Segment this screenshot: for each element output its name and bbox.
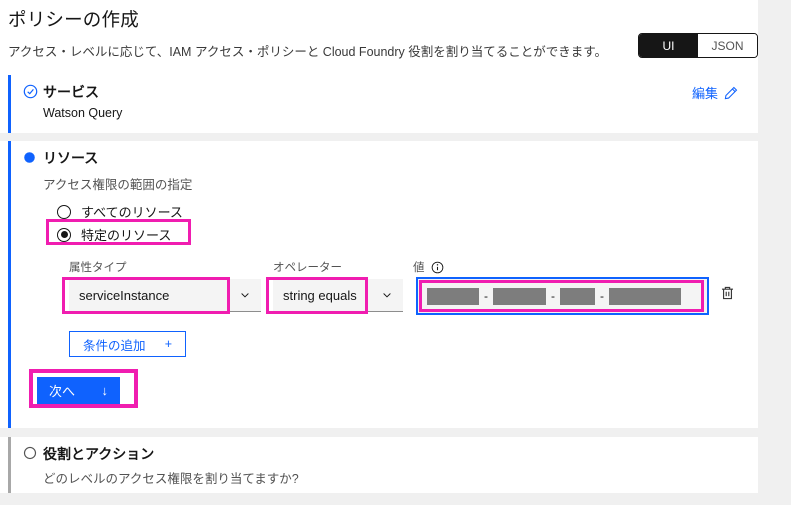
- empty-circle-icon: [23, 446, 38, 461]
- redacted-value-segment: [560, 287, 595, 305]
- section-roles-actions: 役割とアクション どのレベルのアクセス権限を割り当てますか?: [8, 437, 758, 493]
- operator-label: オペレーター: [273, 262, 342, 274]
- edit-service-button[interactable]: 編集: [692, 83, 738, 102]
- chevron-down-icon: [381, 289, 393, 301]
- value-separator: -: [551, 289, 555, 303]
- page-subtitle: アクセス・レベルに応じて、IAM アクセス・ポリシーと Cloud Foundr…: [8, 45, 608, 59]
- value-separator: -: [600, 289, 604, 303]
- value-label-row: 値: [413, 259, 444, 275]
- filled-circle-icon: [23, 151, 38, 166]
- arrow-down-icon: ↓: [101, 383, 109, 398]
- value-input[interactable]: - - -: [416, 277, 709, 315]
- section-resource: リソース アクセス権限の範囲の指定 すべてのリソース 特定のリソース 属性タイプ…: [8, 141, 758, 428]
- chevron-down-icon: [239, 289, 251, 301]
- section-divider: [0, 133, 791, 141]
- next-button[interactable]: 次へ ↓: [37, 377, 120, 404]
- operator-dropdown[interactable]: string equals: [273, 279, 403, 312]
- section-divider: [0, 428, 791, 437]
- attribute-type-dropdown[interactable]: serviceInstance: [69, 279, 261, 312]
- switcher-option-json[interactable]: JSON: [698, 34, 757, 57]
- edit-label: 編集: [691, 86, 718, 101]
- redacted-value-segment: [493, 287, 546, 305]
- ui-json-view-switcher: UI JSON: [638, 33, 758, 58]
- plus-icon: +: [164, 337, 172, 351]
- page-bottom-margin: [0, 493, 791, 505]
- redacted-value-segment: [427, 287, 479, 305]
- attribute-type-label: 属性タイプ: [69, 262, 127, 274]
- information-icon[interactable]: [431, 261, 444, 274]
- switcher-option-ui[interactable]: UI: [639, 34, 698, 57]
- service-section-title: サービス: [43, 84, 99, 100]
- resource-section-title: リソース: [43, 150, 99, 166]
- roles-section-title: 役割とアクション: [43, 446, 155, 462]
- redacted-value-segment: [609, 287, 681, 305]
- value-label: 値: [413, 262, 425, 274]
- create-policy-page: ポリシーの作成 アクセス・レベルに応じて、IAM アクセス・ポリシーと Clou…: [0, 0, 791, 505]
- section-service: サービス Watson Query 編集: [8, 75, 758, 133]
- resource-section-subtitle: アクセス権限の範囲の指定: [43, 178, 193, 192]
- checkmark-outline-icon: [23, 84, 38, 99]
- page-title: ポリシーの作成: [8, 9, 139, 30]
- trash-can-icon[interactable]: [719, 284, 736, 302]
- value-separator: -: [484, 289, 488, 303]
- radio-all-resources[interactable]: すべてのリソース: [57, 202, 183, 221]
- radio-unchecked-icon: [57, 204, 71, 219]
- pencil-icon: [724, 86, 738, 100]
- radio-specific-resources[interactable]: 特定のリソース: [57, 225, 171, 244]
- add-condition-button[interactable]: 条件の追加 +: [69, 331, 186, 357]
- roles-section-subtitle: どのレベルのアクセス権限を割り当てますか?: [43, 472, 299, 486]
- radio-checked-icon: [57, 227, 71, 242]
- selected-service-name: Watson Query: [43, 106, 123, 120]
